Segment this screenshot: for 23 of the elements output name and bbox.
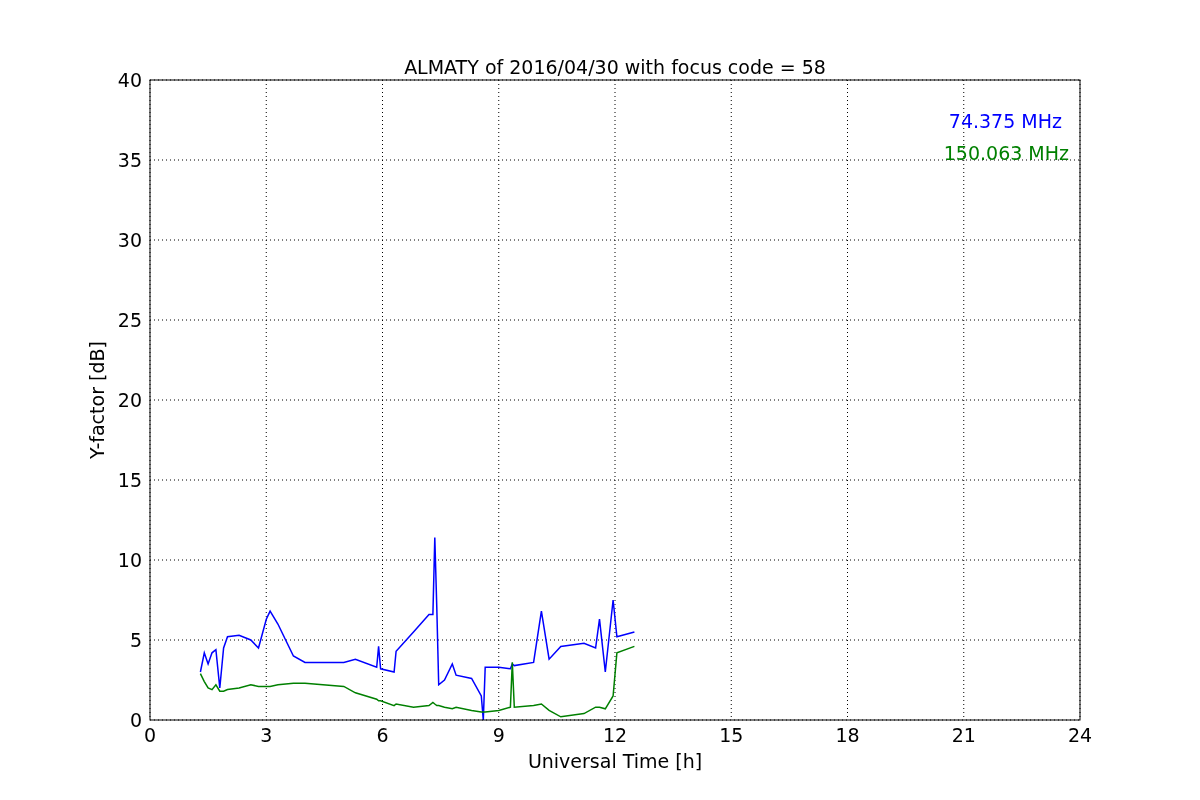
y-tick-label: 30	[117, 229, 142, 251]
x-tick-label: 21	[951, 724, 976, 746]
chart-title: ALMATY of 2016/04/30 with focus code = 58	[404, 56, 826, 78]
y-tick-label: 40	[117, 69, 142, 91]
y-tick-label: 5	[129, 629, 142, 651]
x-tick-label: 0	[143, 724, 157, 746]
legend-label: 74.375 MHz	[948, 110, 1062, 132]
y-axis-label: Y-factor [dB]	[86, 341, 108, 459]
x-tick-label: 6	[376, 724, 389, 746]
y-tick-label: 0	[129, 709, 142, 731]
x-tick-label: 12	[602, 724, 628, 746]
y-tick-label: 35	[117, 149, 142, 171]
x-tick-label: 9	[492, 724, 505, 746]
y-tick-label: 10	[117, 549, 142, 571]
x-tick-label: 24	[1067, 724, 1093, 746]
y-tick-label: 15	[117, 469, 142, 491]
x-tick-label: 3	[260, 724, 273, 746]
x-tick-label: 18	[835, 724, 860, 746]
x-tick-label: 15	[719, 724, 744, 746]
y-tick-label: 20	[117, 389, 142, 411]
y-tick-label: 25	[117, 309, 142, 331]
legend-label: 150.063 MHz	[943, 142, 1069, 164]
x-axis-label: Universal Time [h]	[527, 750, 703, 772]
